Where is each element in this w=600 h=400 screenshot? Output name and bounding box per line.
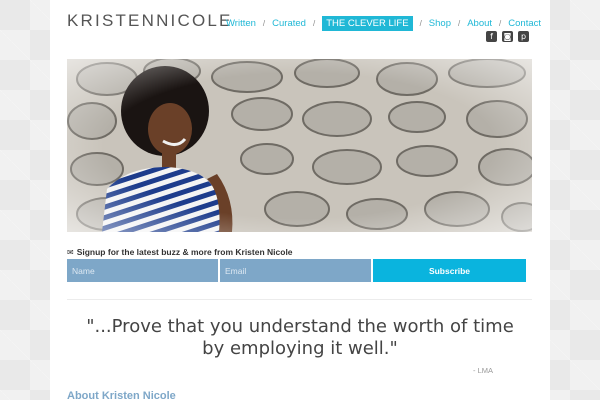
nav-about[interactable]: About (467, 18, 492, 29)
logo-second: NICOLE (156, 11, 233, 30)
hero-image (67, 59, 532, 232)
nav-written[interactable]: Written (226, 18, 256, 29)
nav-separator: / (312, 18, 316, 28)
instagram-icon[interactable]: ◙ (502, 31, 513, 42)
nav-shop[interactable]: Shop (429, 18, 451, 29)
hero-photo (67, 59, 532, 232)
nav-separator: / (262, 18, 266, 28)
divider (67, 299, 532, 300)
signup-label-text: Signup for the latest buzz & more from K… (76, 247, 293, 257)
nav-the-clever-life[interactable]: THE CLEVER LIFE (322, 15, 413, 31)
nav-separator: / (419, 18, 422, 28)
main-nav: Written / Curated / THE CLEVER LIFE / Sh… (226, 15, 541, 31)
email-input[interactable] (220, 259, 371, 282)
nav-separator: / (499, 18, 502, 28)
nav-curated[interactable]: Curated (272, 18, 306, 29)
signup-label: ✉ Signup for the latest buzz & more from … (67, 247, 293, 257)
pinterest-icon[interactable]: p (518, 31, 529, 42)
page-content: KRISTENNICOLE Written / Curated / THE CL… (50, 0, 550, 400)
nav-contact[interactable]: Contact (508, 18, 541, 29)
subscribe-button[interactable]: Subscribe (373, 259, 526, 282)
envelope-icon: ✉ (67, 248, 74, 257)
nav-separator: / (457, 18, 461, 28)
social-links: f ◙ p (486, 31, 529, 42)
logo-first: KRISTEN (67, 11, 157, 30)
quote-block: "...Prove that you understand the worth … (50, 316, 550, 360)
quote-line-2: by employing it well." (202, 338, 398, 359)
quote-line-1: "...Prove that you understand the worth … (86, 316, 514, 337)
facebook-icon[interactable]: f (486, 31, 497, 42)
about-heading: About Kristen Nicole (67, 390, 176, 400)
name-input[interactable] (67, 259, 218, 282)
quote-author: - LMA (473, 366, 494, 375)
site-logo[interactable]: KRISTENNICOLE (67, 11, 233, 31)
